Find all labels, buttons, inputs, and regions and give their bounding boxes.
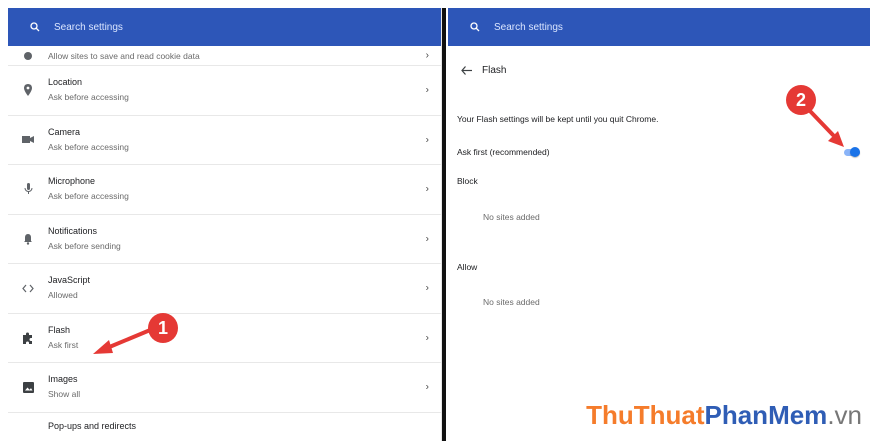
site-watermark: ThuThuat PhanMem .vn — [586, 400, 862, 431]
chevron-right-icon: › — [425, 50, 429, 61]
watermark-part-2: PhanMem — [704, 400, 828, 430]
settings-row-microphone[interactable]: Microphone Ask before accessing › — [8, 165, 441, 215]
block-empty-text: No sites added — [483, 212, 540, 222]
screenshot-divider — [442, 8, 446, 441]
callout-badge-1: 1 — [148, 313, 178, 343]
settings-row-title: Location — [48, 77, 83, 88]
toggle-knob — [850, 147, 860, 157]
chevron-right-icon: › — [425, 134, 429, 146]
left-search-bar[interactable]: Search settings — [8, 8, 441, 46]
microphone-icon — [8, 183, 48, 195]
right-search-bar[interactable]: Search settings — [448, 8, 870, 46]
settings-row-title: JavaScript — [48, 275, 91, 286]
search-icon — [460, 22, 490, 32]
settings-row-sub: Ask before accessing — [48, 92, 129, 103]
block-section-heading: Block — [457, 176, 478, 186]
watermark-part-3: .vn — [827, 400, 862, 430]
settings-row-camera[interactable]: Camera Ask before accessing › — [8, 116, 441, 165]
settings-row-location[interactable]: Location Ask before accessing › — [8, 66, 441, 116]
bell-icon — [8, 233, 48, 245]
page-title: Flash — [482, 64, 507, 76]
settings-row-sub: Ask before accessing — [48, 141, 129, 152]
settings-row-javascript[interactable]: JavaScript Allowed › — [8, 264, 441, 314]
settings-row-images[interactable]: Images Show all › — [8, 363, 441, 413]
settings-row-title: Images — [48, 374, 78, 385]
location-pin-icon — [8, 84, 48, 97]
settings-row-sub: Ask first — [48, 339, 79, 350]
settings-row-sub: Ask before sending — [48, 240, 121, 251]
allow-empty-text: No sites added — [483, 297, 540, 307]
chevron-right-icon: › — [425, 233, 429, 245]
settings-row-flash[interactable]: Flash Ask first › — [8, 314, 441, 363]
site-settings-list: Allow sites to save and read cookie data… — [8, 46, 441, 441]
callout-arrow-2 — [808, 109, 844, 147]
code-brackets-icon — [8, 284, 48, 293]
search-input[interactable]: Search settings — [494, 22, 563, 33]
chevron-right-icon: › — [425, 84, 429, 96]
search-icon — [20, 22, 50, 32]
puzzle-piece-icon — [8, 332, 48, 344]
flash-settings-panel: Search settings Flash Your Flash setting… — [448, 8, 870, 441]
settings-row-popups[interactable]: Pop-ups and redirects — [8, 413, 441, 441]
settings-row-sub: Show all — [48, 389, 81, 400]
settings-row-title: Pop-ups and redirects — [48, 420, 137, 431]
settings-row-title: Notifications — [48, 225, 98, 236]
settings-row-title: Microphone — [48, 176, 96, 187]
settings-row-title: Camera — [48, 126, 81, 137]
cookie-icon — [8, 51, 48, 61]
settings-row-sub: Ask before accessing — [48, 191, 129, 202]
chevron-right-icon: › — [425, 381, 429, 393]
search-input[interactable]: Search settings — [54, 22, 123, 33]
settings-row-sub: Allow sites to save and read cookie data — [48, 50, 200, 61]
settings-row-sub: Allowed — [48, 290, 78, 301]
settings-row-title: Flash — [48, 324, 71, 335]
settings-row-cookies[interactable]: Allow sites to save and read cookie data… — [8, 46, 441, 66]
camera-icon — [8, 135, 48, 144]
watermark-part-1: ThuThuat — [586, 400, 705, 430]
chevron-right-icon: › — [425, 282, 429, 294]
chevron-right-icon: › — [425, 183, 429, 195]
left-settings-panel: Search settings Allow sites to save and … — [8, 8, 442, 441]
back-arrow-icon[interactable] — [452, 65, 480, 75]
chevron-right-icon: › — [425, 332, 429, 344]
settings-row-notifications[interactable]: Notifications Ask before sending › — [8, 215, 441, 264]
ask-first-label: Ask first (recommended) — [457, 147, 550, 157]
image-icon — [8, 381, 48, 393]
allow-section-heading: Allow — [457, 262, 478, 272]
